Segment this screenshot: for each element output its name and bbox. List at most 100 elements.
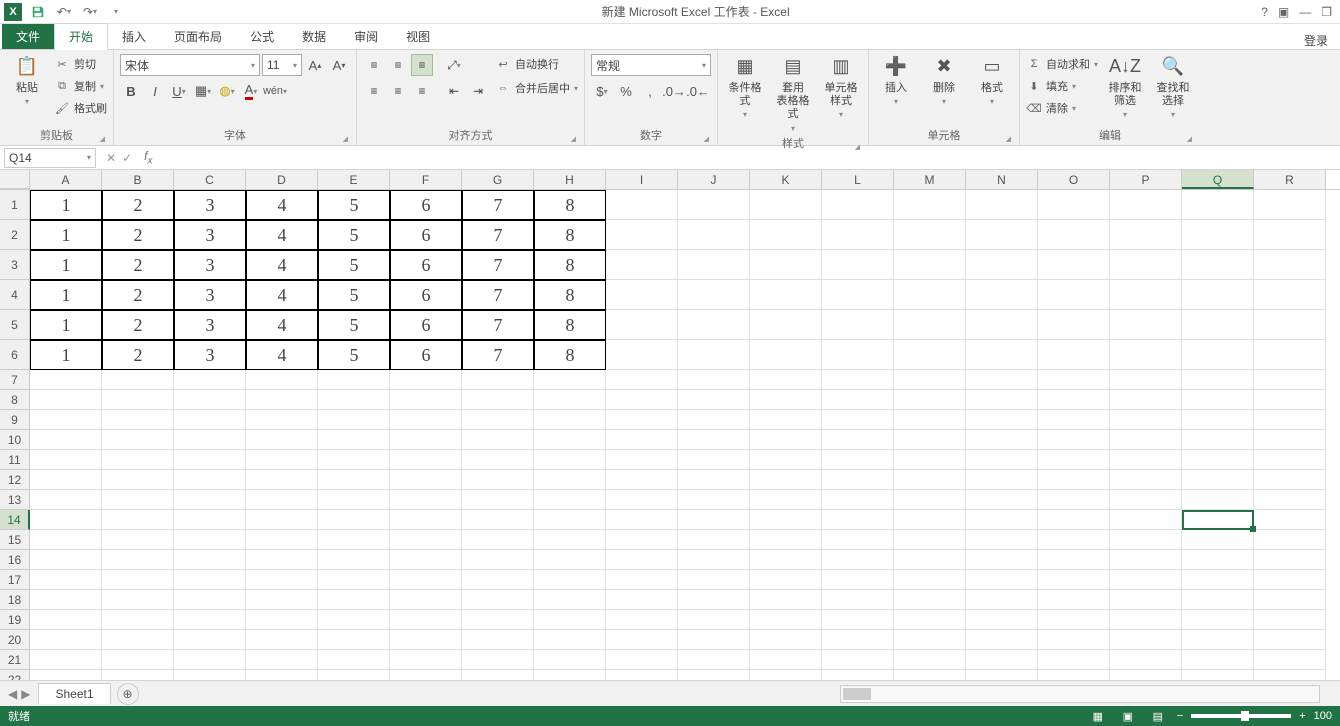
cell-N7[interactable] xyxy=(966,370,1038,390)
cell-R19[interactable] xyxy=(1254,610,1326,630)
cell-I16[interactable] xyxy=(606,550,678,570)
cell-O6[interactable] xyxy=(1038,340,1110,370)
format-painter-button[interactable]: 🖌格式刷 xyxy=(54,98,107,118)
cell-F14[interactable] xyxy=(390,510,462,530)
cell-R17[interactable] xyxy=(1254,570,1326,590)
tab-view[interactable]: 视图 xyxy=(392,24,444,49)
find-select-button[interactable]: 🔍查找和选择▾ xyxy=(1152,54,1194,120)
cell-M16[interactable] xyxy=(894,550,966,570)
cell-H10[interactable] xyxy=(534,430,606,450)
cell-K17[interactable] xyxy=(750,570,822,590)
cell-O15[interactable] xyxy=(1038,530,1110,550)
zoom-slider[interactable] xyxy=(1191,714,1291,718)
cell-C11[interactable] xyxy=(174,450,246,470)
cell-G7[interactable] xyxy=(462,370,534,390)
cell-L22[interactable] xyxy=(822,670,894,680)
cell-J22[interactable] xyxy=(678,670,750,680)
col-header-R[interactable]: R xyxy=(1254,170,1326,189)
cell-H18[interactable] xyxy=(534,590,606,610)
cell-P13[interactable] xyxy=(1110,490,1182,510)
cell-H15[interactable] xyxy=(534,530,606,550)
cell-E1[interactable]: 5 xyxy=(318,190,390,220)
cell-G2[interactable]: 7 xyxy=(462,220,534,250)
cell-R4[interactable] xyxy=(1254,280,1326,310)
cell-L4[interactable] xyxy=(822,280,894,310)
normal-view-icon[interactable]: ▦ xyxy=(1087,708,1109,724)
cell-F21[interactable] xyxy=(390,650,462,670)
cell-D22[interactable] xyxy=(246,670,318,680)
cell-P17[interactable] xyxy=(1110,570,1182,590)
cell-C3[interactable]: 3 xyxy=(174,250,246,280)
cell-K12[interactable] xyxy=(750,470,822,490)
cell-N9[interactable] xyxy=(966,410,1038,430)
cell-O2[interactable] xyxy=(1038,220,1110,250)
cell-I3[interactable] xyxy=(606,250,678,280)
cell-P16[interactable] xyxy=(1110,550,1182,570)
cell-N19[interactable] xyxy=(966,610,1038,630)
cell-F4[interactable]: 6 xyxy=(390,280,462,310)
cell-L1[interactable] xyxy=(822,190,894,220)
cell-E11[interactable] xyxy=(318,450,390,470)
cell-C4[interactable]: 3 xyxy=(174,280,246,310)
cell-M19[interactable] xyxy=(894,610,966,630)
cell-P8[interactable] xyxy=(1110,390,1182,410)
cell-I19[interactable] xyxy=(606,610,678,630)
cell-K18[interactable] xyxy=(750,590,822,610)
cell-E22[interactable] xyxy=(318,670,390,680)
row-header-6[interactable]: 6 xyxy=(0,340,30,370)
cell-B20[interactable] xyxy=(102,630,174,650)
cell-D20[interactable] xyxy=(246,630,318,650)
cell-F1[interactable]: 6 xyxy=(390,190,462,220)
cell-A14[interactable] xyxy=(30,510,102,530)
cell-A6[interactable]: 1 xyxy=(30,340,102,370)
cell-A20[interactable] xyxy=(30,630,102,650)
cell-G1[interactable]: 7 xyxy=(462,190,534,220)
cell-E13[interactable] xyxy=(318,490,390,510)
cell-K16[interactable] xyxy=(750,550,822,570)
cell-K22[interactable] xyxy=(750,670,822,680)
align-center-icon[interactable]: ≡ xyxy=(387,80,409,102)
cell-E15[interactable] xyxy=(318,530,390,550)
cell-I13[interactable] xyxy=(606,490,678,510)
cell-B2[interactable]: 2 xyxy=(102,220,174,250)
row-header-17[interactable]: 17 xyxy=(0,570,30,590)
cell-D12[interactable] xyxy=(246,470,318,490)
cell-M11[interactable] xyxy=(894,450,966,470)
cell-A18[interactable] xyxy=(30,590,102,610)
cell-B4[interactable]: 2 xyxy=(102,280,174,310)
cell-J10[interactable] xyxy=(678,430,750,450)
cell-G17[interactable] xyxy=(462,570,534,590)
cell-Q12[interactable] xyxy=(1182,470,1254,490)
cell-P2[interactable] xyxy=(1110,220,1182,250)
cell-G8[interactable] xyxy=(462,390,534,410)
cell-R11[interactable] xyxy=(1254,450,1326,470)
cell-Q20[interactable] xyxy=(1182,630,1254,650)
cell-K1[interactable] xyxy=(750,190,822,220)
cell-C6[interactable]: 3 xyxy=(174,340,246,370)
cell-B16[interactable] xyxy=(102,550,174,570)
cell-A17[interactable] xyxy=(30,570,102,590)
cell-D21[interactable] xyxy=(246,650,318,670)
cell-H1[interactable]: 8 xyxy=(534,190,606,220)
cell-R9[interactable] xyxy=(1254,410,1326,430)
cell-N16[interactable] xyxy=(966,550,1038,570)
cell-F12[interactable] xyxy=(390,470,462,490)
cell-N3[interactable] xyxy=(966,250,1038,280)
cell-O18[interactable] xyxy=(1038,590,1110,610)
bold-button[interactable]: B xyxy=(120,80,142,102)
cell-E9[interactable] xyxy=(318,410,390,430)
cell-G4[interactable]: 7 xyxy=(462,280,534,310)
cell-C8[interactable] xyxy=(174,390,246,410)
cell-A16[interactable] xyxy=(30,550,102,570)
cell-F6[interactable]: 6 xyxy=(390,340,462,370)
cell-B13[interactable] xyxy=(102,490,174,510)
minimize-icon[interactable]: — xyxy=(1299,5,1311,19)
cell-Q4[interactable] xyxy=(1182,280,1254,310)
cell-A11[interactable] xyxy=(30,450,102,470)
row-header-15[interactable]: 15 xyxy=(0,530,30,550)
col-header-P[interactable]: P xyxy=(1110,170,1182,189)
cell-Q11[interactable] xyxy=(1182,450,1254,470)
cell-D4[interactable]: 4 xyxy=(246,280,318,310)
cell-J14[interactable] xyxy=(678,510,750,530)
cell-K4[interactable] xyxy=(750,280,822,310)
